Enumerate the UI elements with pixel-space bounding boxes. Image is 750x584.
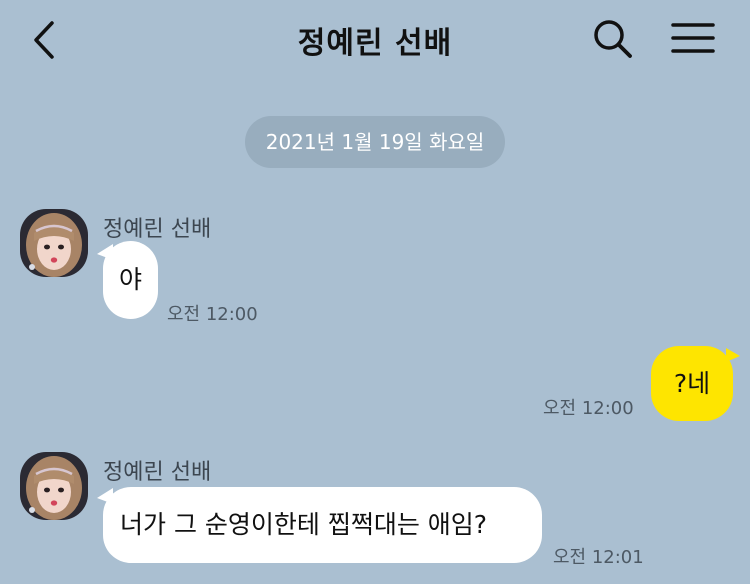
menu-button[interactable] xyxy=(668,16,718,62)
hamburger-menu-icon xyxy=(671,23,715,53)
sender-avatar[interactable] xyxy=(20,452,88,520)
message-time: 오전 12:01 xyxy=(553,547,644,568)
date-divider: 2021년 1월 19일 화요일 xyxy=(245,116,505,168)
message-time: 오전 12:00 xyxy=(167,304,258,325)
profile-photo-icon xyxy=(20,452,88,520)
message-bubble[interactable]: ?네 xyxy=(651,346,733,421)
search-icon xyxy=(594,20,632,58)
message-bubble[interactable]: 야 xyxy=(103,241,158,319)
profile-photo-icon xyxy=(20,209,88,277)
bubble-tail xyxy=(726,348,740,362)
sender-name: 정예린 선배 xyxy=(103,217,212,242)
sender-name: 정예린 선배 xyxy=(103,460,212,485)
message-time: 오전 12:00 xyxy=(543,398,634,419)
search-button[interactable] xyxy=(590,16,636,62)
message-bubble[interactable]: 너가 그 순영이한테 찝쩍대는 애임? xyxy=(103,487,542,563)
sender-avatar[interactable] xyxy=(20,209,88,277)
chat-title: 정예린 선배 xyxy=(297,26,453,61)
top-bar: 정예린 선배 xyxy=(0,0,750,80)
